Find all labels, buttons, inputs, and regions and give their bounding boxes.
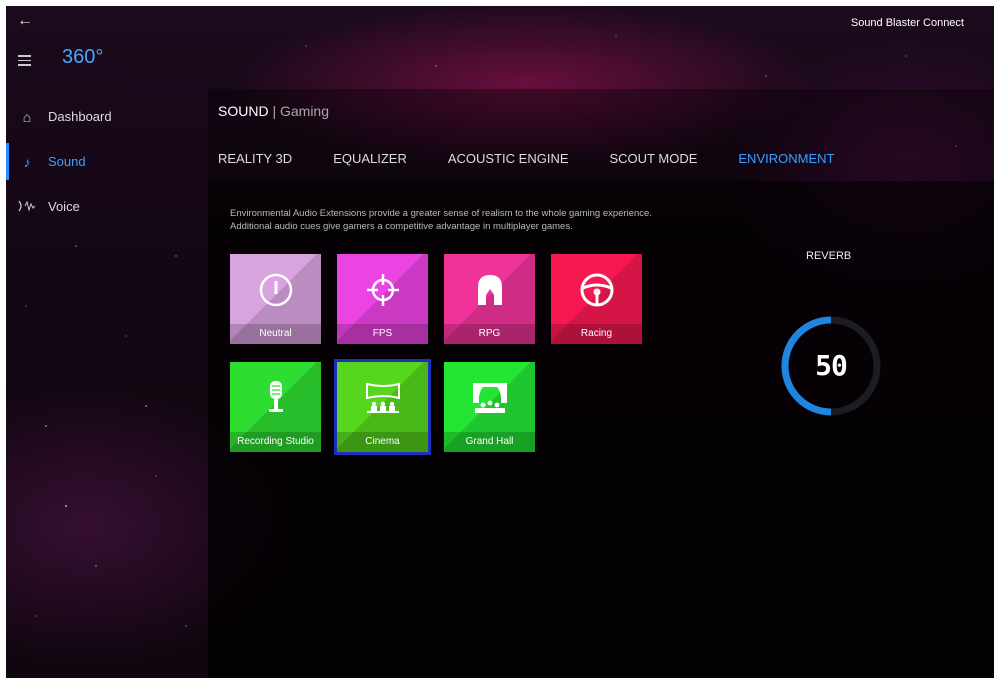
sidebar: ⌂ Dashboard ♪ Sound Voice [6,94,196,229]
main-content: SOUND | Gaming REALITY 3D EQUALIZER ACOU… [208,89,994,678]
app-window: ← Sound Blaster Connect 360° ⌂ Dashboard… [6,6,994,678]
breadcrumb-sub: Gaming [279,103,330,119]
preset-label: Racing [551,324,642,344]
preset-rpg[interactable]: RPG [444,254,535,344]
tab-equalizer[interactable]: EQUALIZER [333,151,407,166]
preset-racing[interactable]: Racing [551,254,642,344]
steering-wheel-icon [551,270,642,310]
tab-acoustic-engine[interactable]: ACOUSTIC ENGINE [448,151,569,166]
preset-cinema[interactable]: Cinema [334,359,431,455]
environment-panel: Environmental Audio Extensions provide a… [208,181,994,678]
sidebar-item-label: Dashboard [48,109,112,124]
reverb-label: REVERB [806,250,852,262]
environment-description: Environmental Audio Extensions provide a… [230,207,652,233]
description-line: Additional audio cues give gamers a comp… [230,221,573,232]
tab-environment[interactable]: ENVIRONMENT [738,151,834,166]
reverb-dial[interactable]: 50 [776,311,886,421]
helmet-icon [444,270,535,310]
preset-label: FPS [337,324,428,344]
breadcrumb-separator: | [272,103,277,119]
power-icon [230,270,321,310]
back-arrow-icon[interactable]: ← [14,10,36,32]
reverb-value: 50 [815,349,848,382]
cinema-screen-icon [337,378,428,418]
preset-label: Recording Studio [230,432,321,452]
voice-wave-icon [6,199,48,215]
microphone-icon [230,378,321,418]
title-bar: ← Sound Blaster Connect [6,6,994,40]
sidebar-item-label: Sound [48,154,86,169]
sidebar-item-voice[interactable]: Voice [6,184,196,229]
preset-label: RPG [444,324,535,344]
home-icon: ⌂ [22,108,32,125]
preset-fps[interactable]: FPS [337,254,428,344]
preset-neutral[interactable]: Neutral [230,254,321,344]
preset-grand-hall[interactable]: Grand Hall [444,362,535,452]
sidebar-item-dashboard[interactable]: ⌂ Dashboard [6,94,196,139]
preset-recording-studio[interactable]: Recording Studio [230,362,321,452]
preset-label: Neutral [230,324,321,344]
preset-label: Grand Hall [444,432,535,452]
tab-bar: REALITY 3D EQUALIZER ACOUSTIC ENGINE SCO… [218,151,875,166]
crosshair-icon [337,270,428,310]
device-name: 360° [62,46,104,68]
app-title: Sound Blaster Connect [850,17,964,29]
tab-reality-3d[interactable]: REALITY 3D [218,151,292,166]
theater-icon [444,378,535,418]
hamburger-menu-icon[interactable] [18,52,40,70]
sidebar-item-sound[interactable]: ♪ Sound [6,139,196,184]
tab-scout-mode[interactable]: SCOUT MODE [610,151,698,166]
music-note-icon: ♪ [23,153,31,170]
breadcrumb-section: SOUND [218,103,269,119]
sidebar-item-label: Voice [48,199,80,214]
breadcrumb: SOUND | Gaming [218,103,329,119]
preset-label: Cinema [337,432,428,452]
description-line: Environmental Audio Extensions provide a… [230,208,652,219]
